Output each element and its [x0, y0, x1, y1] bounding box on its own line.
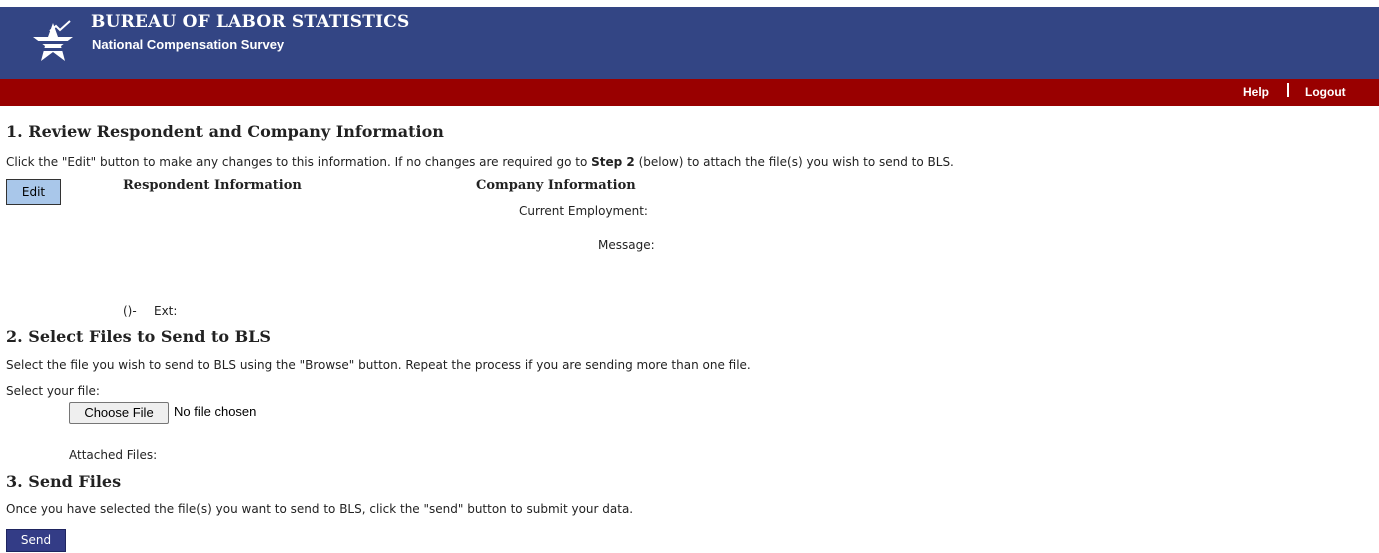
logout-link[interactable]: Logout [1305, 85, 1346, 99]
step3-heading: 3. Send Files [6, 472, 122, 491]
send-button[interactable]: Send [6, 529, 66, 552]
site-header: BUREAU OF LABOR STATISTICS National Comp… [0, 7, 1379, 79]
phone-value: ()- [123, 304, 137, 318]
current-employment-label: Current Employment: [519, 204, 648, 218]
select-file-label: Select your file: [6, 384, 100, 398]
nav-divider [1287, 83, 1289, 97]
file-chosen-status: No file chosen [174, 404, 257, 419]
message-label: Message: [598, 238, 655, 252]
attached-files-label: Attached Files: [69, 448, 158, 462]
step2-heading: 2. Select Files to Send to BLS [6, 327, 271, 346]
help-link[interactable]: Help [1243, 85, 1269, 99]
nav-bar: Help Logout [0, 79, 1379, 106]
step3-description: Once you have selected the file(s) you w… [6, 502, 634, 516]
choose-file-button[interactable]: Choose File [69, 402, 169, 424]
company-info-heading: Company Information [476, 178, 636, 193]
survey-subtitle: National Compensation Survey [92, 37, 285, 52]
edit-button[interactable]: Edit [6, 179, 61, 205]
step1-heading: 1. Review Respondent and Company Informa… [6, 122, 444, 141]
step1-description: Click the "Edit" button to make any chan… [6, 155, 954, 169]
agency-title: BUREAU OF LABOR STATISTICS [91, 12, 410, 32]
step2-description: Select the file you wish to send to BLS … [6, 358, 751, 372]
bls-star-logo-icon [33, 20, 73, 61]
respondent-info-heading: Respondent Information [123, 178, 302, 193]
ext-label: Ext: [154, 304, 178, 318]
